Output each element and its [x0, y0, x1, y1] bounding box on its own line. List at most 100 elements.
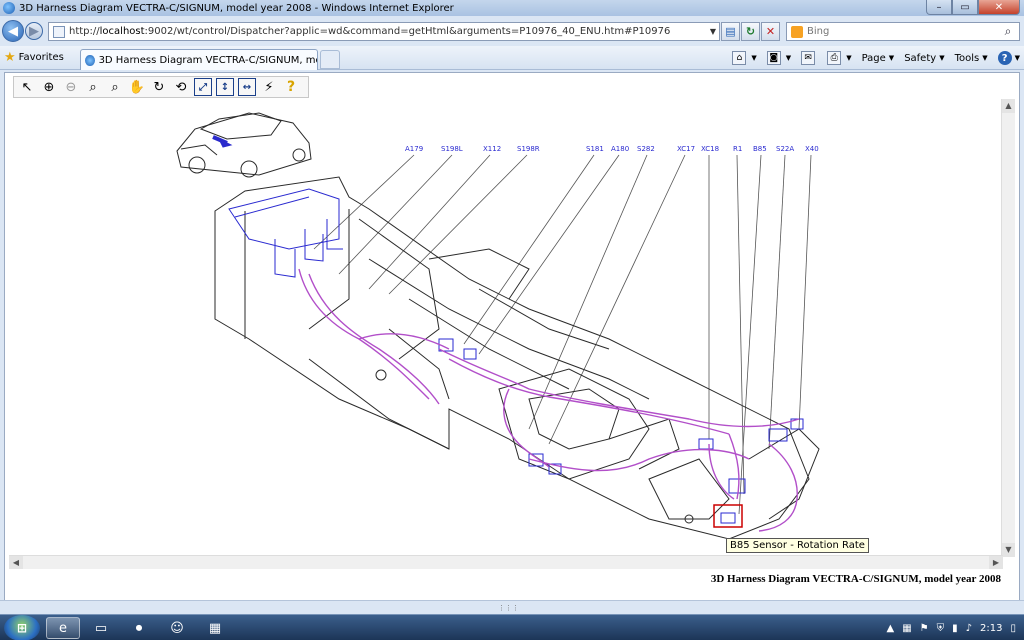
window-title: 3D Harness Diagram VECTRA-C/SIGNUM, mode…: [19, 2, 454, 14]
tray-network-icon[interactable]: ▦: [902, 623, 911, 634]
diagram-caption: 3D Harness Diagram VECTRA-C/SIGNUM, mode…: [710, 573, 1001, 585]
content-frame: ↖ ⊕ ⊖ ⌕ ⌕ ✋ ↻ ⟲ ⤢ ↕ ↔ ⚡ ? A179 S198L X11…: [4, 72, 1020, 607]
home-button[interactable]: ⌂ ▼: [732, 51, 757, 65]
viewer-toolbar: ↖ ⊕ ⊖ ⌕ ⌕ ✋ ↻ ⟲ ⤢ ↕ ↔ ⚡ ?: [13, 76, 309, 98]
rotate-axis-icon[interactable]: ⟲: [172, 78, 190, 96]
resize-grip-icon[interactable]: ⋮⋮⋮: [498, 604, 519, 612]
star-icon: ★: [4, 50, 16, 65]
clock[interactable]: 2:13: [980, 623, 1002, 634]
address-dropdown-icon[interactable]: ▼: [707, 27, 719, 36]
label-x112: X112: [483, 145, 501, 153]
harness-diagram[interactable]: A179 S198L X112 S198R S181 A180 S282 XC1…: [9, 99, 993, 553]
minimize-button[interactable]: –: [926, 0, 952, 15]
favorites-bar: ★ Favorites 3D Harness Diagram VECTRA-C/…: [0, 46, 1024, 70]
label-xc17: XC17: [677, 145, 695, 153]
pan-hand-icon[interactable]: ✋: [128, 78, 146, 96]
fit-all-icon[interactable]: ⤢: [194, 78, 212, 96]
label-b85: B85: [753, 145, 767, 153]
url-text[interactable]: http://localhost:9002/wt/control/Dispatc…: [69, 26, 707, 37]
b85-sensor-shape: [720, 512, 736, 524]
label-s282: S282: [637, 145, 655, 153]
tray-shield-icon[interactable]: ⛨: [937, 623, 945, 634]
fit-width-icon[interactable]: ↔: [238, 78, 256, 96]
safety-menu[interactable]: Safety ▼: [904, 53, 944, 64]
read-mail-button[interactable]: ✉: [801, 51, 817, 65]
home-icon: ⌂: [732, 51, 747, 65]
internet-explorer-icon: [3, 2, 15, 14]
floor-console-outline: [214, 176, 820, 540]
zoom-window-icon[interactable]: ⌕: [106, 78, 124, 96]
taskbar-app-icon[interactable]: ▦: [198, 617, 232, 639]
search-box[interactable]: ⌕: [786, 22, 1020, 41]
label-a180: A180: [611, 145, 629, 153]
component-tooltip: B85 Sensor - Rotation Rate: [726, 538, 869, 553]
print-button[interactable]: ⎙ ▼: [827, 51, 852, 65]
tab-label: 3D Harness Diagram VECTRA-C/SIGNUM, mode…: [98, 54, 317, 66]
favorites-label: Favorites: [18, 52, 64, 63]
fit-height-icon[interactable]: ↕: [216, 78, 234, 96]
search-input[interactable]: [807, 26, 997, 37]
printer-icon: ⎙: [827, 51, 842, 65]
rss-icon: ◙: [766, 51, 781, 65]
help-menu[interactable]: ? ▼: [997, 51, 1020, 65]
b85-sensor-highlight[interactable]: [713, 504, 743, 528]
vehicle-thumbnail: [176, 112, 312, 178]
search-icon[interactable]: ⌕: [997, 24, 1019, 39]
label-s22a: S22A: [776, 145, 794, 153]
favorites-button[interactable]: ★ Favorites: [4, 50, 64, 65]
scroll-up-icon[interactable]: ▲: [1002, 99, 1015, 113]
help-icon: ?: [997, 51, 1012, 65]
tools-menu[interactable]: Tools ▼: [955, 53, 988, 64]
label-xc18: XC18: [701, 145, 719, 153]
new-tab-button[interactable]: [320, 50, 340, 69]
horizontal-scrollbar[interactable]: ◀ ▶: [9, 555, 1003, 569]
connector-labels: A179 S198L X112 S198R S181 A180 S282 XC1…: [405, 145, 819, 153]
refresh-button[interactable]: ↻: [741, 22, 760, 41]
taskbar: ⊞ e ▭ ⏺ ☺ ▦ ▲ ▦ ⚑ ⛨ ▮ ♪ 2:13 ▯: [0, 614, 1024, 640]
tray-flag-icon[interactable]: ⚑: [920, 623, 929, 634]
scroll-down-icon[interactable]: ▼: [1002, 543, 1015, 557]
taskbar-folder-icon[interactable]: ▭: [84, 617, 118, 639]
zoom-icon[interactable]: ⌕: [84, 78, 102, 96]
window-titlebar[interactable]: 3D Harness Diagram VECTRA-C/SIGNUM, mode…: [0, 0, 1024, 16]
taskbar-ie-icon[interactable]: e: [46, 617, 80, 639]
tray-volume-icon[interactable]: ♪: [966, 623, 972, 634]
address-bar[interactable]: http://localhost:9002/wt/control/Dispatc…: [48, 22, 720, 41]
scroll-left-icon[interactable]: ◀: [9, 556, 23, 569]
browser-tab[interactable]: 3D Harness Diagram VECTRA-C/SIGNUM, mode…: [80, 49, 318, 70]
label-x40: X40: [805, 145, 819, 153]
status-bar: ⋮⋮⋮: [0, 600, 1024, 614]
show-desktop-button[interactable]: ▯: [1010, 623, 1016, 634]
maximize-button[interactable]: ▭: [952, 0, 978, 15]
forward-button[interactable]: ▶: [25, 22, 43, 40]
address-toolbar: ◀ ▶ http://localhost:9002/wt/control/Dis…: [0, 16, 1024, 46]
bing-icon: [791, 25, 803, 38]
vertical-scrollbar[interactable]: ▲ ▼: [1001, 99, 1015, 557]
harness-diagram-svg[interactable]: A179 S198L X112 S198R S181 A180 S282 XC1…: [9, 99, 993, 553]
rotate-icon[interactable]: ↻: [150, 78, 168, 96]
page-icon: [53, 25, 65, 38]
tray-signal-icon[interactable]: ▮: [952, 623, 958, 634]
help-question-icon[interactable]: ?: [282, 78, 300, 96]
feeds-button[interactable]: ◙ ▼: [766, 51, 791, 65]
compatibility-view-button[interactable]: ▤: [721, 22, 740, 41]
tab-page-icon: [85, 54, 95, 66]
label-s181: S181: [586, 145, 604, 153]
page-menu[interactable]: Page ▼: [862, 53, 895, 64]
close-button[interactable]: ✕: [978, 0, 1020, 15]
label-a179: A179: [405, 145, 423, 153]
taskbar-messenger-icon[interactable]: ☺: [160, 617, 194, 639]
start-button[interactable]: ⊞: [4, 615, 40, 640]
select-pointer-icon[interactable]: ↖: [18, 78, 36, 96]
stop-button[interactable]: ✕: [761, 22, 780, 41]
zoom-out-icon[interactable]: ⊖: [62, 78, 80, 96]
label-s198l: S198L: [441, 145, 463, 153]
command-bar: ⌂ ▼ ◙ ▼ ✉ ⎙ ▼ Page ▼ Safety ▼ Tools ▼ ? ▼: [722, 49, 1020, 67]
scroll-right-icon[interactable]: ▶: [989, 556, 1003, 569]
zoom-in-icon[interactable]: ⊕: [40, 78, 58, 96]
mail-icon: ✉: [801, 51, 816, 65]
taskbar-opera-icon[interactable]: ⏺: [122, 617, 156, 639]
harness-icon[interactable]: ⚡: [260, 78, 278, 96]
back-button[interactable]: ◀: [2, 20, 24, 42]
tray-expand-icon[interactable]: ▲: [886, 623, 894, 634]
